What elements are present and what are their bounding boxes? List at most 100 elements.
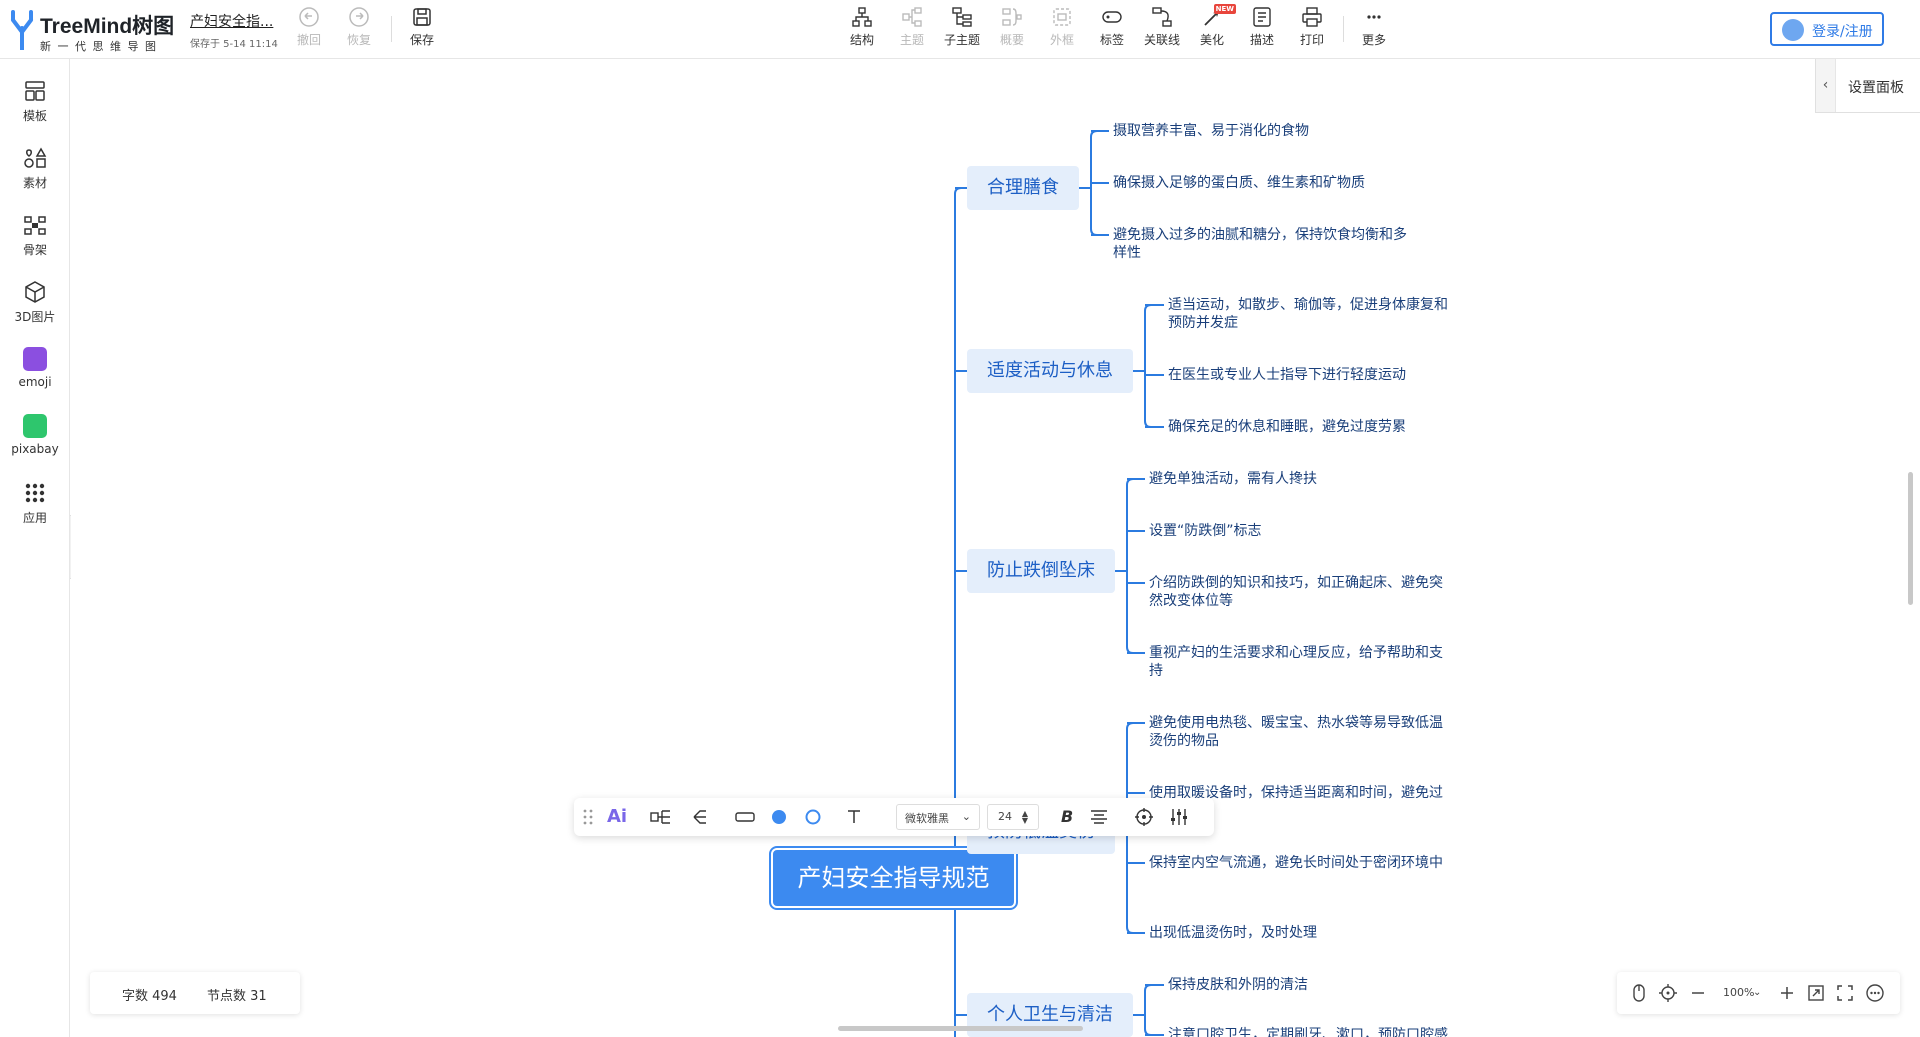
toolbar-divider <box>391 16 392 42</box>
drag-handle-icon[interactable] <box>582 807 594 827</box>
undo-button[interactable]: 撤回 <box>287 6 331 52</box>
redo-icon <box>349 7 369 27</box>
leaf-topic[interactable]: 适当运动，如散步、瑜伽等，促进身体康复和预防并发症 <box>1168 296 1458 332</box>
add-subtopic-icon[interactable] <box>650 807 672 827</box>
zoom-in-icon[interactable] <box>1777 983 1797 1003</box>
describe-button[interactable]: 描述 <box>1240 6 1284 52</box>
save-button[interactable]: 保存 <box>400 6 444 52</box>
subtopic-button[interactable]: 子主题 <box>940 6 984 52</box>
settings-panel-toggle[interactable]: ‹ 设置面板 <box>1815 59 1920 113</box>
structure-button[interactable]: 结构 <box>840 6 884 52</box>
cube-icon <box>25 281 45 303</box>
font-family-value: 微软雅黑 <box>905 812 949 825</box>
leaf-topic[interactable]: 设置“防跌倒”标志 <box>1149 522 1444 540</box>
sidebar-item-label: 3D图片 <box>14 310 56 324</box>
sidebar-item-emoji[interactable]: emoji <box>0 347 70 403</box>
leaf-topic[interactable]: 在医生或专业人士指导下进行轻度运动 <box>1168 366 1458 384</box>
horizontal-scrollbar[interactable] <box>838 1026 1083 1031</box>
leaf-topic[interactable]: 介绍防跌倒的知识和技巧，如正确起床、避免突然改变体位等 <box>1149 574 1444 610</box>
format-toolbar: Ai 微软雅黑 ⌄ 24 ▲ ▼ B <box>574 798 1214 836</box>
vertical-scrollbar[interactable] <box>1908 472 1913 605</box>
shape-rectangle-icon[interactable] <box>734 807 756 827</box>
print-button[interactable]: 打印 <box>1290 6 1334 52</box>
logo-tagline: 新一代思维导图 <box>40 40 163 53</box>
leaf-topic[interactable]: 重视产妇的生活要求和心理反应，给予帮助和支持 <box>1149 644 1444 680</box>
sidebar-item-pixabay[interactable]: pixabay <box>0 414 70 470</box>
logo-name: TreeMind树图 <box>40 15 175 38</box>
font-size-stepper[interactable]: 24 ▲ ▼ <box>987 804 1039 830</box>
more-options-icon[interactable] <box>1865 983 1885 1003</box>
locate-center-icon[interactable] <box>1658 983 1678 1003</box>
font-size-value: 24 <box>998 810 1012 823</box>
leaf-topic[interactable]: 保持皮肤和外阴的清洁 <box>1168 976 1458 994</box>
leaf-topic[interactable]: 避免单独活动，需有人搀扶 <box>1149 470 1444 488</box>
border-color-icon[interactable] <box>803 807 823 827</box>
topic-button[interactable]: 主题 <box>890 6 934 52</box>
leaf-topic[interactable]: 避免摄入过多的油腻和糖分，保持饮食均衡和多样性 <box>1113 226 1413 262</box>
fill-color-icon[interactable] <box>769 807 789 827</box>
structure-icon <box>852 7 872 27</box>
app-logo[interactable]: TreeMind树图 新一代思维导图 <box>6 8 186 53</box>
save-label: 保存 <box>409 33 434 47</box>
central-topic[interactable]: 产妇安全指导规范 <box>769 846 1018 910</box>
leaf-topic[interactable]: 出现低温烫伤时，及时处理 <box>1149 924 1444 942</box>
settings-panel-label: 设置面板 <box>1848 80 1904 96</box>
sidebar-item-material[interactable]: 素材 <box>0 146 70 202</box>
topic-label: 主题 <box>899 33 924 47</box>
leaf-topic[interactable]: 确保充足的休息和睡眠，避免过度劳累 <box>1168 418 1458 436</box>
sidebar-item-3d-image[interactable]: 3D图片 <box>0 280 70 336</box>
font-family-select[interactable]: 微软雅黑 ⌄ <box>896 804 980 830</box>
branch-topic[interactable]: 合理膳食 <box>967 166 1079 210</box>
undo-label: 撤回 <box>296 33 321 47</box>
chevron-down-icon[interactable]: ⌄ <box>1753 983 1773 1003</box>
text-style-icon[interactable] <box>846 807 862 827</box>
redo-button[interactable]: 恢复 <box>337 6 381 52</box>
left-sidebar: 模板 素材 骨架 3D图片 emoji pixabay 应用 <box>0 59 70 1037</box>
sidebar-item-skeleton[interactable]: 骨架 <box>0 213 70 269</box>
sidebar-item-label: emoji <box>18 375 52 389</box>
user-avatar-icon <box>1782 19 1804 41</box>
sidebar-item-apps[interactable]: 应用 <box>0 481 70 537</box>
style-target-icon[interactable] <box>1134 807 1154 827</box>
top-toolbar: TreeMind树图 新一代思维导图 产妇安全指... 保存于 5-14 11:… <box>0 0 1920 59</box>
mindmap-canvas[interactable]: 产妇安全指导规范 合理膳食 摄取营养丰富、易于消化的食物 确保摄入足够的蛋白质、维生… <box>71 60 1920 1037</box>
fullscreen-icon[interactable] <box>1835 983 1855 1003</box>
boundary-icon <box>1053 8 1071 26</box>
add-parent-topic-icon[interactable] <box>686 807 708 827</box>
zoom-out-icon[interactable] <box>1688 983 1708 1003</box>
boundary-button[interactable]: 外框 <box>1040 6 1084 52</box>
node-count: 节点数 31 <box>207 989 267 1004</box>
login-register-button[interactable]: 登录/注册 <box>1770 12 1884 46</box>
leaf-topic[interactable]: 避免使用电热毯、暖宝宝、热水袋等易导致低温烫伤的物品 <box>1149 714 1444 750</box>
leaf-topic[interactable]: 摄取营养丰富、易于消化的食物 <box>1113 122 1413 140</box>
branch-topic[interactable]: 防止跌倒坠床 <box>967 549 1115 593</box>
relation-button[interactable]: 关联线 <box>1140 6 1184 52</box>
sidebar-item-template[interactable]: 模板 <box>0 79 70 135</box>
label-button[interactable]: 标签 <box>1090 6 1134 52</box>
mouse-mode-icon[interactable] <box>1629 983 1649 1003</box>
beautify-button[interactable]: NEW 美化 <box>1190 4 1236 52</box>
leaf-topic[interactable]: 确保摄入足够的蛋白质、维生素和矿物质 <box>1113 174 1413 192</box>
zoom-level[interactable]: 100% <box>1723 986 1754 999</box>
connector-line <box>954 187 962 1037</box>
more-label: 更多 <box>1361 33 1386 47</box>
new-badge: NEW <box>1213 4 1236 14</box>
stepper-arrows-icon: ▲ ▼ <box>1021 809 1028 825</box>
summary-label: 概要 <box>999 33 1024 47</box>
connector-line <box>1144 304 1152 428</box>
subtopic-label: 子主题 <box>943 33 980 47</box>
align-center-icon[interactable] <box>1089 807 1109 827</box>
ai-assistant-button[interactable]: Ai <box>607 807 627 827</box>
description-icon <box>1253 7 1271 27</box>
fit-screen-icon[interactable] <box>1806 983 1826 1003</box>
sidebar-item-label: 模板 <box>22 109 47 123</box>
branch-topic[interactable]: 适度活动与休息 <box>967 349 1133 393</box>
more-button[interactable]: 更多 <box>1352 6 1396 52</box>
summary-button[interactable]: 概要 <box>990 6 1034 52</box>
adjust-sliders-icon[interactable] <box>1169 807 1189 827</box>
leaf-topic[interactable]: 保持室内空气流通，避免长时间处于密闭环境中 <box>1149 854 1444 872</box>
leaf-topic[interactable]: 注意口腔卫生，定期刷牙、漱口，预防口腔感 <box>1168 1026 1458 1037</box>
shapes-icon <box>24 147 47 168</box>
document-title[interactable]: 产妇安全指... <box>190 11 273 31</box>
bold-button[interactable]: B <box>1061 807 1073 827</box>
